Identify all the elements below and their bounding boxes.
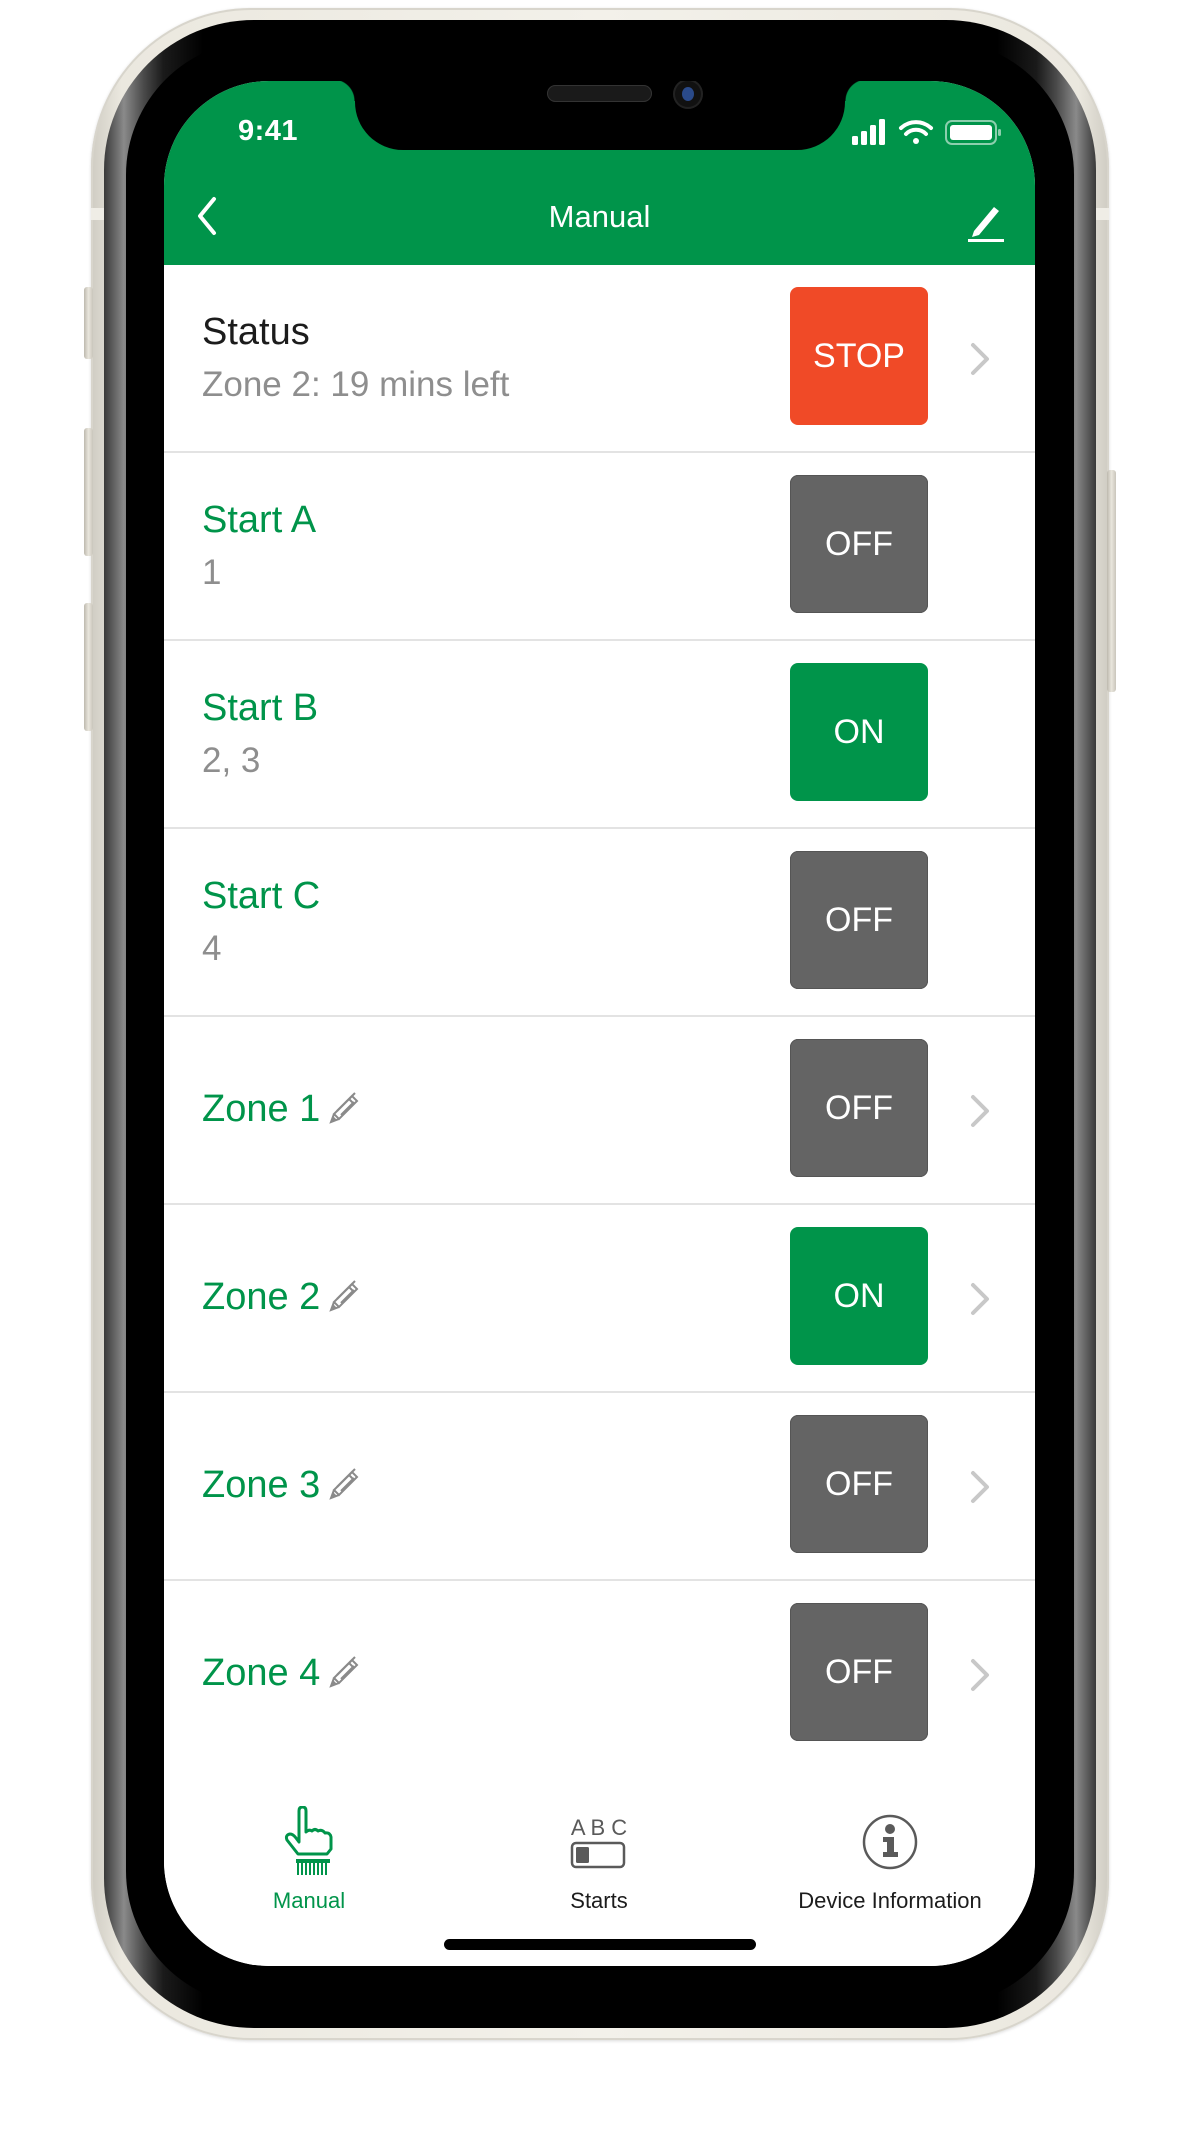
zone-1-toggle[interactable]: OFF (790, 1039, 928, 1177)
wifi-icon (899, 120, 933, 144)
device-notch (333, 81, 867, 150)
zone-name[interactable]: Zone 1 (202, 1088, 362, 1131)
start-title: Start B (202, 687, 319, 729)
pencil-icon[interactable] (328, 1090, 362, 1124)
battery-icon (945, 120, 1001, 145)
chevron-right-icon[interactable] (968, 1467, 992, 1507)
zone-row-4[interactable]: Zone 4 OFF (164, 1581, 1035, 1769)
tab-label: Starts (570, 1888, 628, 1913)
chevron-right-icon[interactable] (968, 1091, 992, 1131)
zone-title-text: Zone 2 (202, 1276, 321, 1318)
zone-title-text: Zone 1 (202, 1088, 321, 1130)
tab-device-information[interactable]: Device Information (790, 1760, 990, 1913)
tab-manual[interactable]: Manual (224, 1760, 394, 1913)
antenna-band (91, 208, 105, 220)
zone-2-toggle[interactable]: ON (790, 1227, 928, 1365)
start-zones: 1 (202, 553, 222, 592)
zone-row-1[interactable]: Zone 1 OFF (164, 1017, 1035, 1205)
stop-button[interactable]: STOP (790, 287, 928, 425)
pencil-icon[interactable] (328, 1466, 362, 1500)
zone-row-3[interactable]: Zone 3 OFF (164, 1393, 1035, 1581)
zone-title-text: Zone 3 (202, 1464, 321, 1506)
zone-name[interactable]: Zone 4 (202, 1652, 362, 1695)
page-title: Manual (548, 199, 651, 234)
screen: 9:41 Manual Status Zone 2: 19 mins left … (164, 81, 1035, 1966)
start-row-a: Start A 1 OFF (164, 453, 1035, 641)
zone-4-toggle[interactable]: OFF (790, 1603, 928, 1741)
speaker-grille (547, 85, 652, 102)
pencil-icon[interactable] (328, 1654, 362, 1688)
tab-label: Manual (272, 1888, 346, 1913)
zone-3-toggle[interactable]: OFF (790, 1415, 928, 1553)
start-row-c: Start C 4 OFF (164, 829, 1035, 1017)
zone-title-text: Zone 4 (202, 1652, 321, 1694)
pencil-icon[interactable] (328, 1278, 362, 1312)
start-b-toggle[interactable]: ON (790, 663, 928, 801)
status-row[interactable]: Status Zone 2: 19 mins left STOP (164, 265, 1035, 453)
volume-up-button (84, 428, 93, 556)
tab-starts[interactable]: A B C Starts (524, 1760, 674, 1913)
chevron-right-icon[interactable] (968, 1279, 992, 1319)
start-row-b: Start B 2, 3 ON (164, 641, 1035, 829)
power-button (1107, 470, 1116, 692)
status-icons (852, 119, 1001, 145)
zone-name[interactable]: Zone 3 (202, 1464, 362, 1507)
antenna-band (1095, 208, 1109, 220)
status-time: 9:41 (238, 115, 299, 147)
cellular-signal-icon (852, 119, 885, 145)
start-title: Start A (202, 499, 317, 541)
zone-name[interactable]: Zone 2 (202, 1276, 362, 1319)
start-title: Start C (202, 875, 321, 917)
mute-switch (84, 287, 93, 359)
hand-pointer-icon (284, 1806, 333, 1875)
volume-down-button (84, 603, 93, 731)
zone-row-2[interactable]: Zone 2 ON (164, 1205, 1035, 1393)
status-title: Status (202, 311, 310, 353)
control-list: Status Zone 2: 19 mins left STOP Start A… (164, 265, 1035, 1769)
start-zones: 2, 3 (202, 741, 261, 780)
app-header: 9:41 Manual (164, 81, 1035, 265)
chevron-right-icon[interactable] (968, 1655, 992, 1695)
abc-toggle-icon: A B C (570, 1815, 627, 1869)
home-indicator[interactable] (444, 1939, 756, 1950)
front-camera (673, 81, 703, 109)
pencil-edit-icon[interactable] (964, 201, 1008, 243)
start-c-toggle[interactable]: OFF (790, 851, 928, 989)
abc-text: A B C (571, 1815, 627, 1840)
info-circle-icon (862, 1814, 918, 1870)
start-a-toggle[interactable]: OFF (790, 475, 928, 613)
chevron-right-icon[interactable] (968, 339, 992, 379)
tab-label: Device Information (798, 1888, 982, 1913)
start-zones: 4 (202, 929, 222, 968)
status-subtitle: Zone 2: 19 mins left (202, 365, 510, 404)
tab-bar: Manual A B C Starts Device Information (164, 1760, 1035, 1966)
